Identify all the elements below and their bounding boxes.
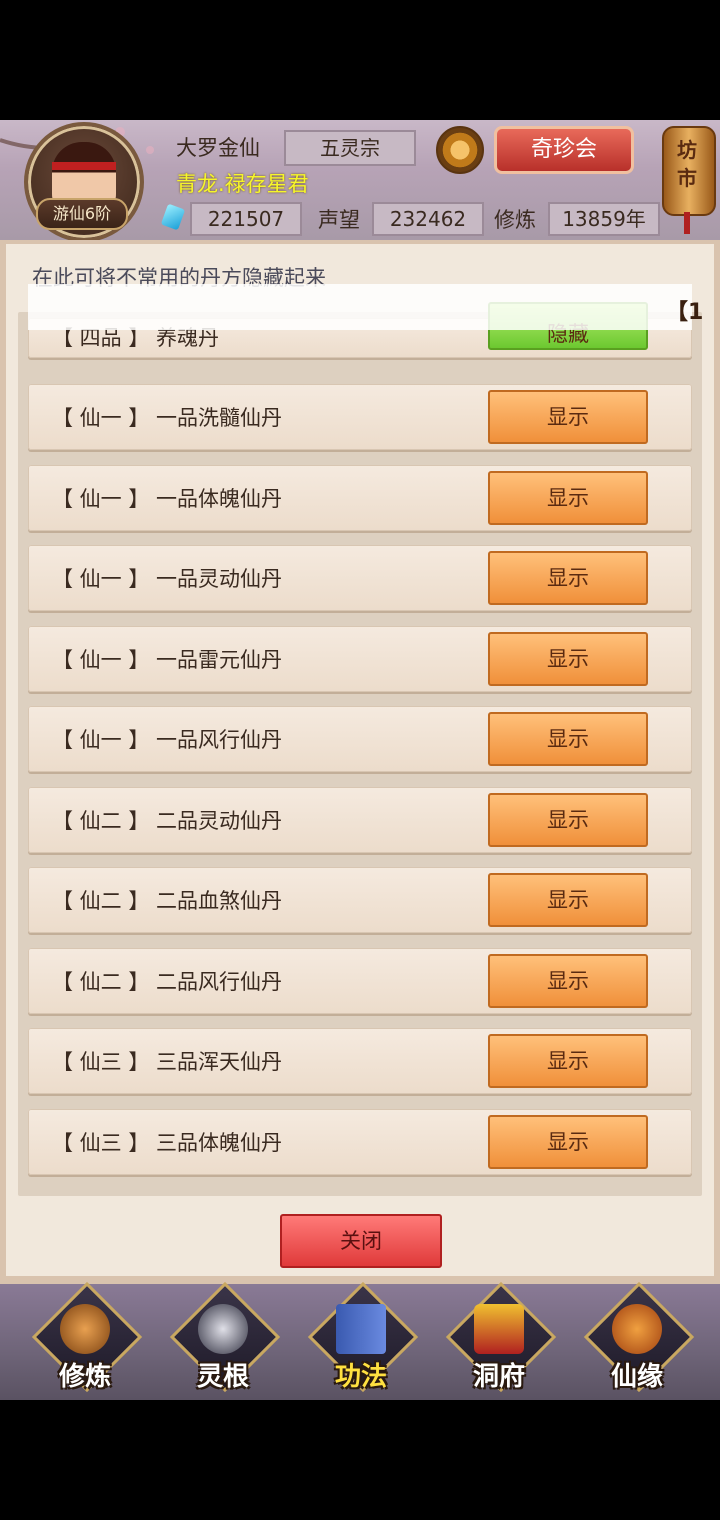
recipe-row: 【 仙一 】 一品雷元仙丹 显示 [28, 626, 692, 692]
sect-name: 五灵宗 [284, 130, 416, 166]
recipe-name: 【 仙三 】 三品体魄仙丹 [52, 1131, 283, 1155]
nav-item-fate[interactable]: 仙缘 [582, 1281, 695, 1398]
gear-icon[interactable] [436, 126, 484, 174]
show-button[interactable]: 显示 [488, 954, 648, 1008]
recipe-name: 【 仙一 】 一品洗髓仙丹 [52, 406, 283, 430]
nav-label: 修炼 [58, 1362, 111, 1392]
nav-label: 仙缘 [610, 1362, 663, 1392]
rank-badge: 游仙6阶 [36, 198, 128, 230]
nav-label: 洞府 [472, 1362, 525, 1392]
show-button[interactable]: 显示 [488, 873, 648, 927]
tassel-decoration [684, 212, 690, 234]
recipe-name: 【 仙一 】 一品雷元仙丹 [52, 648, 283, 672]
market-button[interactable]: 坊市 [660, 120, 716, 234]
close-button[interactable]: 关闭 [280, 1214, 442, 1268]
show-button[interactable]: 显示 [488, 551, 648, 605]
recipe-name: 【 仙二 】 二品风行仙丹 [52, 970, 283, 994]
spirit-stone-count: 221507 [190, 202, 302, 236]
recipe-name: 【 仙一 】 一品灵动仙丹 [52, 567, 283, 591]
cultivation-label: 修炼 [494, 208, 536, 232]
recipe-name: 【 仙二 】 二品灵动仙丹 [52, 809, 283, 833]
book-icon [336, 1304, 386, 1354]
show-button[interactable]: 显示 [488, 632, 648, 686]
nav-item-cave[interactable]: 洞府 [444, 1281, 557, 1398]
recipe-row: 【 仙一 】 一品灵动仙丹 显示 [28, 545, 692, 611]
overflow-marker: 【1 [666, 300, 704, 325]
realm-title: 大罗金仙 [176, 136, 260, 160]
dao-title: 青龙.禄存星君 [176, 172, 309, 196]
prestige-label: 声望 [318, 208, 360, 232]
nav-label: 功法 [334, 1362, 387, 1392]
show-button[interactable]: 显示 [488, 390, 648, 444]
nav-label: 灵根 [196, 1362, 249, 1392]
pagoda-icon [474, 1304, 524, 1354]
recipe-row: 【 仙二 】 二品灵动仙丹 显示 [28, 787, 692, 853]
player-header: 游仙6阶 大罗金仙 五灵宗 奇珍会 坊市 青龙.禄存星君 221507 声望 2… [0, 120, 720, 240]
prestige-value: 232462 [372, 202, 484, 236]
recipe-row: 【 仙一 】 一品洗髓仙丹 显示 [28, 384, 692, 450]
recipe-row: 【 仙一 】 一品风行仙丹 显示 [28, 706, 692, 772]
nav-item-spirit-root[interactable]: 灵根 [168, 1281, 281, 1398]
monk-icon [60, 1304, 110, 1354]
show-button[interactable]: 显示 [488, 1115, 648, 1169]
show-button[interactable]: 显示 [488, 793, 648, 847]
recipe-row: 【 仙一 】 一品体魄仙丹 显示 [28, 465, 692, 531]
avatar-headband [52, 162, 116, 170]
nav-item-technique[interactable]: 功法 [306, 1281, 419, 1398]
recipe-name: 【 仙一 】 一品体魄仙丹 [52, 487, 283, 511]
recipe-row: 【 仙三 】 三品体魄仙丹 显示 [28, 1109, 692, 1175]
bottom-nav: 修炼 灵根 功法 洞府 仙缘 [0, 1281, 720, 1400]
treasure-auction-button[interactable]: 奇珍会 [494, 126, 634, 174]
recipe-row: 【 仙二 】 二品风行仙丹 显示 [28, 948, 692, 1014]
show-button[interactable]: 显示 [488, 1034, 648, 1088]
show-button[interactable]: 显示 [488, 471, 648, 525]
scroll-overlay [28, 284, 692, 330]
recipe-name: 【 仙三 】 三品浑天仙丹 [52, 1050, 283, 1074]
show-button[interactable]: 显示 [488, 712, 648, 766]
recipe-row: 【 仙三 】 三品浑天仙丹 显示 [28, 1028, 692, 1094]
cultivation-value: 13859年 [548, 202, 660, 236]
market-label: 坊市 [677, 138, 697, 190]
gourd-icon [612, 1304, 662, 1354]
recipe-row: 【 仙二 】 二品血煞仙丹 显示 [28, 867, 692, 933]
nav-item-cultivate[interactable]: 修炼 [30, 1281, 143, 1398]
recipe-name: 【 仙一 】 一品风行仙丹 [52, 728, 283, 752]
recipe-name: 【 仙二 】 二品血煞仙丹 [52, 889, 283, 913]
sword-icon [198, 1304, 248, 1354]
